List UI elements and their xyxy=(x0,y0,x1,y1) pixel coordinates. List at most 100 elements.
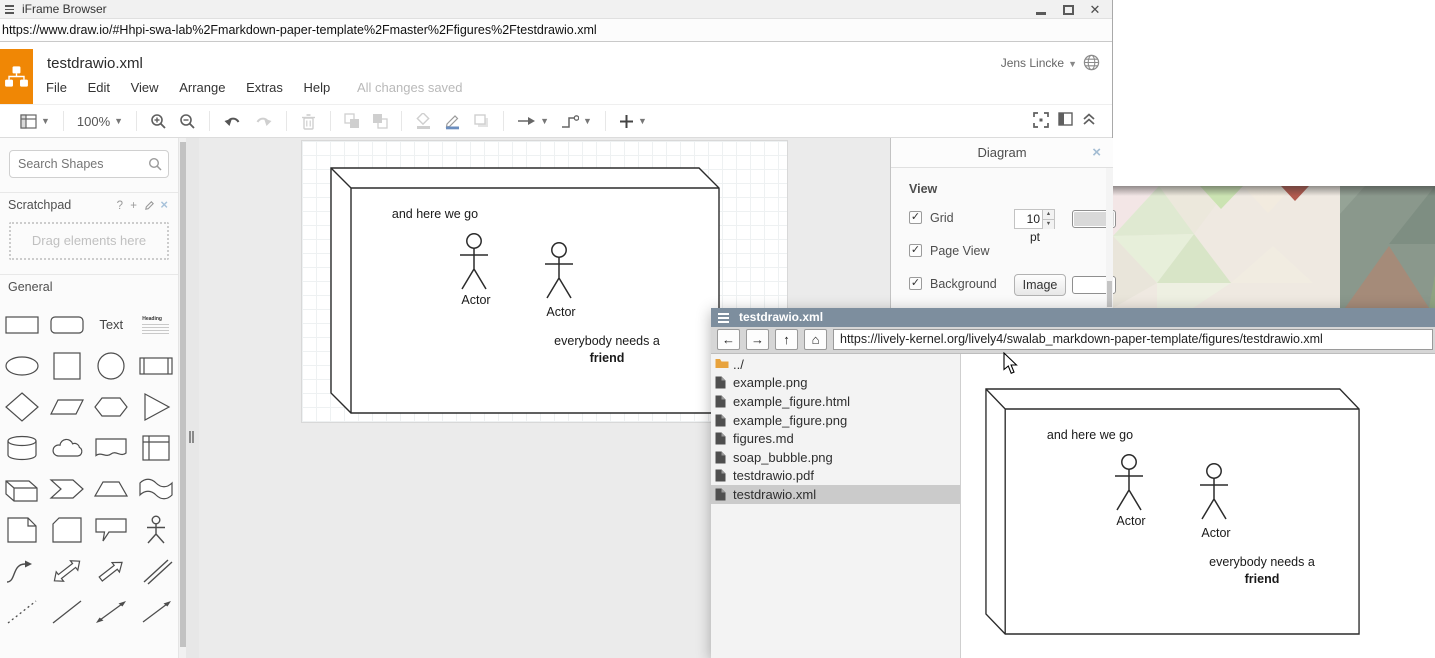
tab-diagram[interactable]: Diagram xyxy=(977,145,1026,160)
shape-cloud[interactable] xyxy=(45,427,90,468)
image-button[interactable]: Image xyxy=(1014,274,1066,296)
connection-button[interactable]: ▼ xyxy=(517,114,549,128)
collapse-grip-icon[interactable] xyxy=(189,430,195,448)
language-globe-icon[interactable] xyxy=(1083,54,1100,71)
scratchpad-header[interactable]: Scratchpad ? + × xyxy=(0,193,178,217)
menu-item[interactable]: View xyxy=(131,80,159,95)
menu-item[interactable]: Arrange xyxy=(179,80,225,95)
line-color-button[interactable] xyxy=(444,113,461,130)
help-icon[interactable]: ? xyxy=(117,200,125,212)
search-shapes-input[interactable] xyxy=(9,150,169,178)
maximize-button[interactable] xyxy=(1059,2,1077,16)
shape-circle[interactable] xyxy=(89,345,134,386)
shape-hexagon[interactable] xyxy=(89,386,134,427)
format-panel-toggle-icon[interactable] xyxy=(1058,112,1073,126)
insert-button[interactable]: ▼ xyxy=(619,114,647,129)
diagram-note-bottom[interactable]: everybody needs afriend xyxy=(542,333,672,367)
file-list-item[interactable]: testdrawio.xml xyxy=(711,485,960,504)
shape-arrow[interactable] xyxy=(89,550,134,591)
actor-label[interactable]: Actor xyxy=(546,305,575,319)
shape-cylinder[interactable] xyxy=(0,427,45,468)
fill-color-button[interactable] xyxy=(415,113,432,130)
panel-collapse-strip[interactable] xyxy=(186,138,199,658)
shape-curve[interactable] xyxy=(0,550,45,591)
home-button[interactable]: ⌂ xyxy=(804,329,827,350)
window-menu-icon[interactable] xyxy=(718,313,729,324)
shape-directional-connector[interactable] xyxy=(134,591,179,632)
edit-pencil-icon[interactable] xyxy=(144,200,155,211)
to-front-button[interactable] xyxy=(344,113,360,129)
shape-square[interactable] xyxy=(45,345,90,386)
back-button[interactable]: ← xyxy=(717,329,740,350)
delete-button[interactable] xyxy=(300,113,317,130)
menu-item[interactable]: Edit xyxy=(88,80,110,95)
window-menu-icon[interactable] xyxy=(5,5,14,16)
shape-text[interactable]: Text xyxy=(89,304,134,345)
page-view-button[interactable]: ▼ xyxy=(20,114,50,129)
shape-diamond[interactable] xyxy=(0,386,45,427)
shape-note[interactable] xyxy=(0,509,45,550)
cube-shape[interactable] xyxy=(330,167,720,414)
file-list-item[interactable]: figures.md xyxy=(711,429,960,448)
shape-bidirectional-arrow[interactable] xyxy=(45,550,90,591)
to-back-button[interactable] xyxy=(372,113,388,129)
scrollbar-thumb[interactable] xyxy=(1107,281,1112,307)
zoom-in-button[interactable] xyxy=(150,113,167,130)
actor-label[interactable]: Actor xyxy=(461,293,490,307)
shape-step[interactable] xyxy=(45,468,90,509)
user-menu[interactable]: Jens Lincke▼ xyxy=(1001,54,1100,71)
file-url-bar[interactable]: https://lively-kernel.org/lively4/swalab… xyxy=(833,329,1433,350)
shape-callout[interactable] xyxy=(89,509,134,550)
collapse-expand-icon[interactable] xyxy=(1082,112,1096,126)
zoom-level-button[interactable]: 100%▼ xyxy=(77,114,123,129)
shape-document[interactable] xyxy=(89,427,134,468)
shape-tape[interactable] xyxy=(134,468,179,509)
close-panel-icon[interactable]: × xyxy=(1092,138,1101,168)
shape-triangle[interactable] xyxy=(134,386,179,427)
menu-item[interactable]: Extras xyxy=(246,80,283,95)
shape-parallelogram[interactable] xyxy=(45,386,90,427)
scratchpad-drop-area[interactable]: Drag elements here xyxy=(9,222,169,260)
shape-bidirectional-connector[interactable] xyxy=(89,591,134,632)
file-list-item[interactable]: example.png xyxy=(711,374,960,393)
sidebar-scrollbar[interactable] xyxy=(178,138,186,658)
close-button[interactable]: ✕ xyxy=(1086,2,1104,16)
shape-process[interactable] xyxy=(134,345,179,386)
shape-line[interactable] xyxy=(45,591,90,632)
step-up-icon[interactable]: ▲ xyxy=(1043,210,1054,220)
shape-rectangle[interactable] xyxy=(0,304,45,345)
general-section-header[interactable]: General xyxy=(0,275,178,299)
file-list-item[interactable]: example_figure.html xyxy=(711,392,960,411)
canvas-diagram[interactable]: and here we go Actor Actor everybody nee… xyxy=(330,167,720,414)
browser-url-bar[interactable]: https://www.draw.io/#Hhpi-swa-lab%2Fmark… xyxy=(0,19,1112,42)
shape-ellipse[interactable] xyxy=(0,345,45,386)
shape-card[interactable] xyxy=(45,509,90,550)
shape-dashed-line[interactable] xyxy=(0,591,45,632)
shape-actor[interactable] xyxy=(134,509,179,550)
undo-button[interactable] xyxy=(223,114,242,129)
forward-button[interactable]: → xyxy=(746,329,769,350)
up-button[interactable]: ↑ xyxy=(775,329,798,350)
diagram-note-top[interactable]: and here we go xyxy=(392,207,478,221)
shape-rounded-rectangle[interactable] xyxy=(45,304,90,345)
page-view-checkbox[interactable] xyxy=(909,244,922,257)
step-down-icon[interactable]: ▼ xyxy=(1043,220,1054,229)
redo-button[interactable] xyxy=(254,114,273,129)
grid-size-value[interactable]: 10 pt xyxy=(1015,210,1042,228)
close-scratchpad-icon[interactable]: × xyxy=(160,197,170,212)
file-list-item[interactable]: testdrawio.pdf xyxy=(711,467,960,486)
zoom-out-button[interactable] xyxy=(179,113,196,130)
file-window-titlebar[interactable]: testdrawio.xml xyxy=(711,308,1435,327)
minimize-button[interactable] xyxy=(1032,2,1050,16)
stepper-arrows[interactable]: ▲▼ xyxy=(1042,210,1054,228)
shadow-button[interactable] xyxy=(473,113,490,130)
actor-shape[interactable] xyxy=(544,242,574,300)
shape-trapezoid[interactable] xyxy=(89,468,134,509)
search-icon[interactable] xyxy=(148,157,162,171)
file-list-item[interactable]: ../ xyxy=(711,355,960,374)
waypoints-button[interactable]: ▼ xyxy=(561,114,592,129)
shape-internal-storage[interactable] xyxy=(134,427,179,468)
shape-link[interactable] xyxy=(134,550,179,591)
file-list-item[interactable]: soap_bubble.png xyxy=(711,448,960,467)
grid-checkbox[interactable] xyxy=(909,211,922,224)
